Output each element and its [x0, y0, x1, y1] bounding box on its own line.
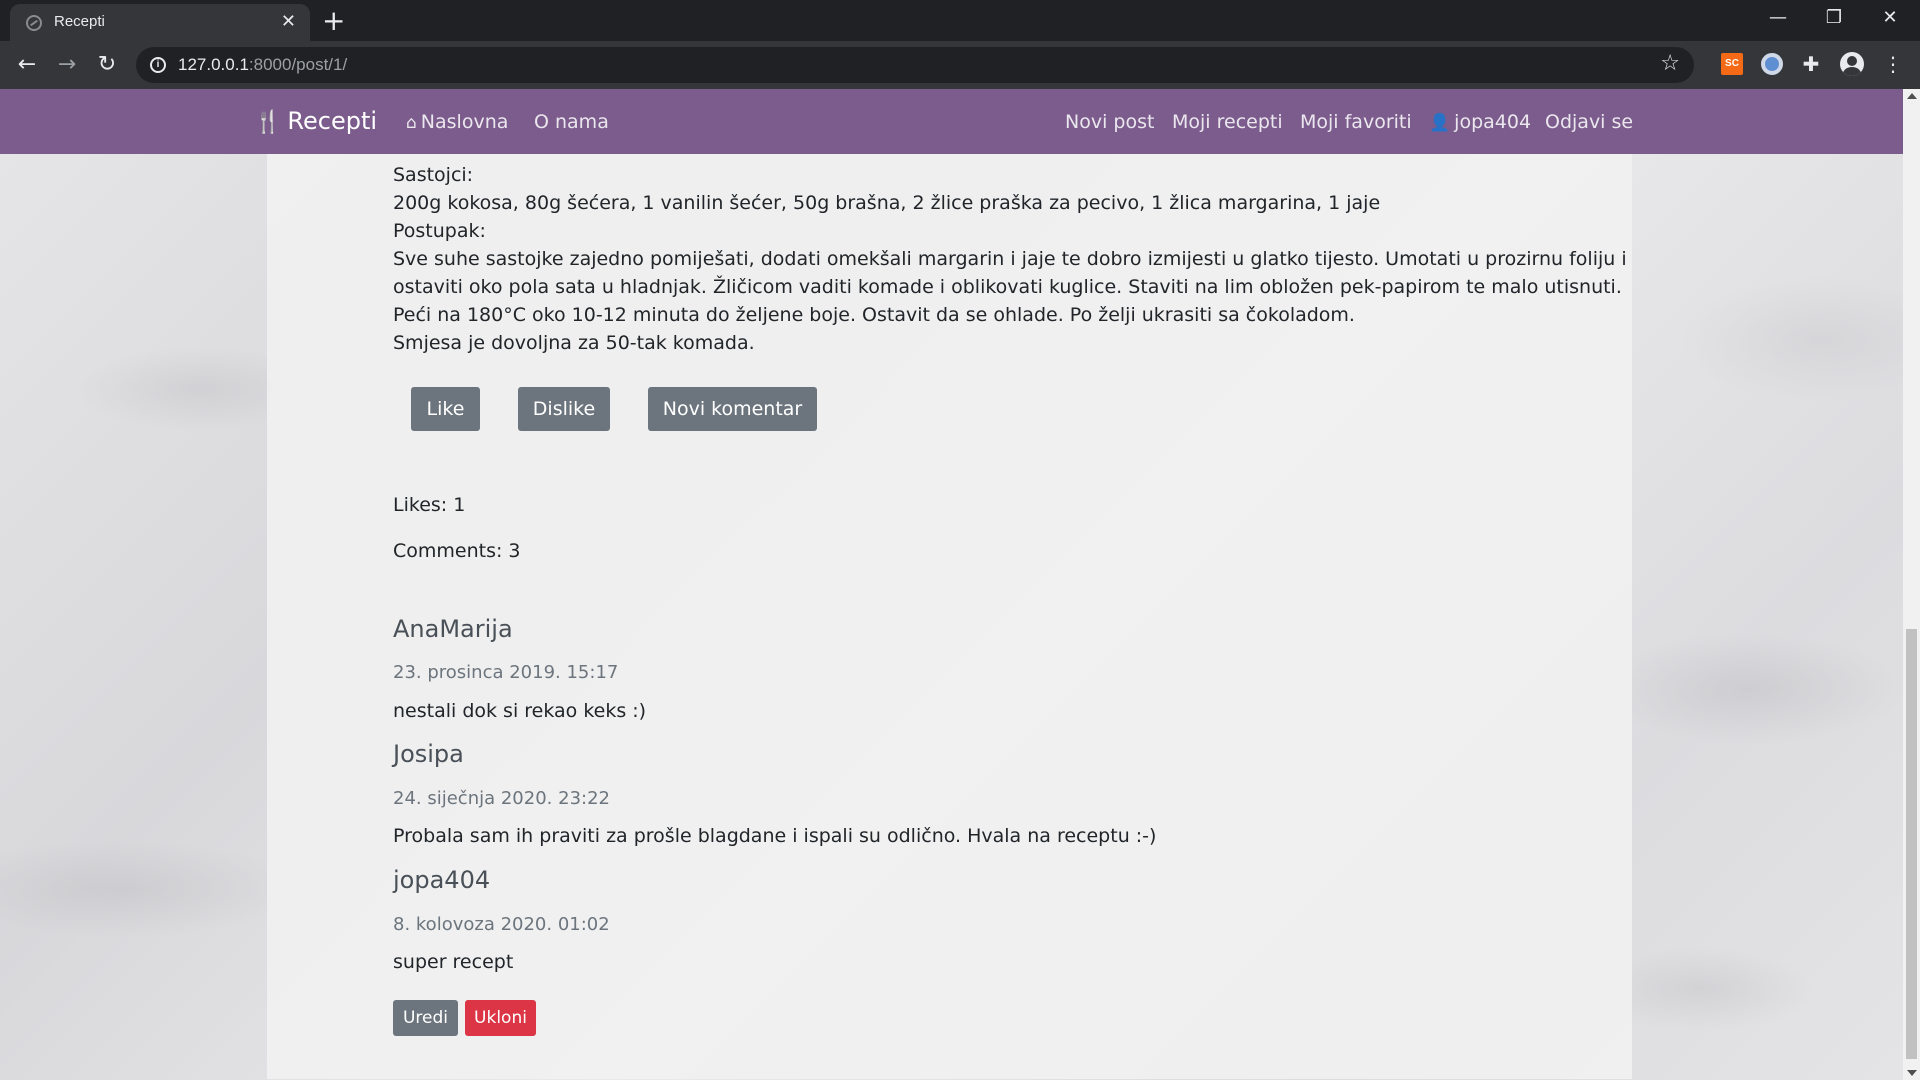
method-label: Postupak:: [393, 220, 486, 242]
profile-avatar-icon[interactable]: [1840, 52, 1864, 76]
comment-author: Josipa: [393, 740, 464, 768]
browser-toolbar: ← → ↻ i 127.0.0.1:8000/post/1/ ☆ SC ✚ ⋮: [0, 41, 1920, 89]
url-text[interactable]: 127.0.0.1:8000/post/1/: [178, 55, 347, 75]
ingredients-text: 200g kokosa, 80g šećera, 1 vanilin šećer…: [393, 192, 1381, 214]
globe-icon: [26, 15, 42, 31]
nav-my-favorites[interactable]: Moji favoriti: [1300, 111, 1412, 133]
comments-count: Comments: 3: [393, 540, 521, 562]
comment-date: 8. kolovoza 2020. 01:02: [393, 914, 610, 935]
nav-user-label: jopa404: [1454, 111, 1532, 133]
new-comment-button[interactable]: Novi komentar: [648, 387, 817, 431]
comment-date: 23. prosinca 2019. 15:17: [393, 662, 619, 683]
nav-user[interactable]: 👤 jopa404: [1429, 111, 1531, 133]
extension-sc-icon[interactable]: SC: [1721, 53, 1743, 75]
window-minimize-button[interactable]: —: [1750, 0, 1806, 38]
nav-logout[interactable]: Odjavi se: [1545, 111, 1633, 133]
forward-arrow-icon[interactable]: →: [52, 50, 82, 80]
home-icon: ⌂: [406, 113, 417, 133]
ingredients-label: Sastojci:: [393, 164, 474, 186]
browser-tabstrip: Recepti ✕ + — ❐ ✕: [0, 0, 1920, 41]
browser-tab[interactable]: Recepti ✕: [10, 4, 310, 41]
page-viewport: 🍴 Recepti ⌂ Naslovna O nama Novi post Moji…: [0, 89, 1903, 1080]
back-arrow-icon[interactable]: ←: [12, 50, 42, 80]
nav-home-label: Naslovna: [420, 111, 509, 133]
recipe-body: Sastojci: 200g kokosa, 80g šećera, 1 van…: [393, 161, 1643, 357]
recipe-note: Smjesa je dovoljna za 50-tak komada.: [393, 332, 755, 354]
scroll-up-icon[interactable]: [1907, 93, 1917, 99]
brand-link[interactable]: 🍴 Recepti: [254, 107, 377, 135]
comment-date: 24. siječnja 2020. 23:22: [393, 788, 610, 809]
nav-home[interactable]: ⌂ Naslovna: [406, 111, 508, 133]
user-icon: 👤: [1429, 113, 1451, 133]
window-close-button[interactable]: ✕: [1862, 0, 1918, 38]
address-bar[interactable]: i 127.0.0.1:8000/post/1/ ☆: [136, 47, 1694, 83]
url-host: 127.0.0.1: [178, 55, 249, 74]
brand-label: Recepti: [287, 107, 378, 135]
comment-text: nestali dok si rekao keks :): [393, 700, 647, 722]
comment-text: super recept: [393, 951, 514, 973]
star-icon[interactable]: ☆: [1660, 51, 1680, 76]
kebab-menu-icon[interactable]: ⋮: [1882, 53, 1904, 75]
nav-about[interactable]: O nama: [534, 111, 609, 133]
nav-new-post[interactable]: Novi post: [1065, 111, 1154, 133]
extension-circle-icon[interactable]: [1761, 53, 1783, 75]
likes-count: Likes: 1: [393, 494, 466, 516]
edit-comment-button[interactable]: Uredi: [393, 1000, 458, 1036]
like-button[interactable]: Like: [411, 387, 480, 431]
tab-title: Recepti: [54, 13, 105, 30]
comment-text: Probala sam ih praviti za prošle blagdan…: [393, 825, 1157, 847]
dislike-button[interactable]: Dislike: [518, 387, 610, 431]
nav-my-recipes[interactable]: Moji recepti: [1172, 111, 1283, 133]
tab-close-icon[interactable]: ✕: [281, 11, 296, 33]
page-scrollbar[interactable]: [1903, 89, 1920, 1080]
reload-icon[interactable]: ↻: [92, 50, 122, 80]
url-path: :8000/post/1/: [248, 55, 348, 74]
cutlery-icon: 🍴: [254, 110, 282, 135]
comment-author: jopa404: [393, 866, 491, 894]
scroll-thumb[interactable]: [1906, 629, 1917, 1059]
extensions-puzzle-icon[interactable]: ✚: [1800, 53, 1822, 75]
method-text: Sve suhe sastojke zajedno pomiješati, do…: [393, 248, 1627, 326]
delete-comment-button[interactable]: Ukloni: [465, 1000, 536, 1036]
comment-author: AnaMarija: [393, 615, 513, 643]
site-navbar: 🍴 Recepti ⌂ Naslovna O nama Novi post Moji…: [0, 89, 1903, 154]
window-restore-button[interactable]: ❐: [1806, 0, 1862, 38]
scroll-down-icon[interactable]: [1907, 1070, 1917, 1076]
info-icon[interactable]: i: [150, 57, 166, 73]
new-tab-button[interactable]: +: [322, 6, 345, 36]
